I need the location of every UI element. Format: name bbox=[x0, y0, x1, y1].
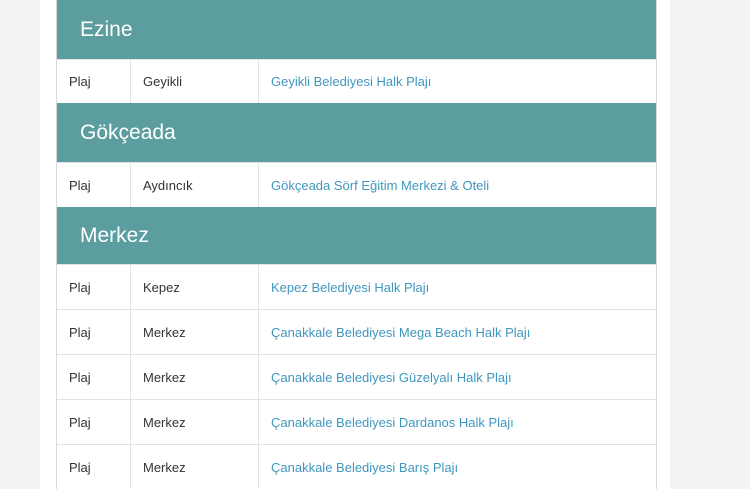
group-header-gokceada: Gökçeada bbox=[57, 103, 656, 162]
location-cell: Merkez bbox=[131, 445, 259, 489]
location-cell: Geyikli bbox=[131, 60, 259, 103]
name-cell: Kepez Belediyesi Halk Plajı bbox=[259, 265, 656, 309]
table-row: Plaj Kepez Kepez Belediyesi Halk Plajı bbox=[57, 264, 656, 309]
location-cell: Merkez bbox=[131, 400, 259, 444]
beach-link[interactable]: Çanakkale Belediyesi Mega Beach Halk Pla… bbox=[271, 325, 530, 340]
name-cell: Çanakkale Belediyesi Dardanos Halk Plajı bbox=[259, 400, 656, 444]
beach-link[interactable]: Kepez Belediyesi Halk Plajı bbox=[271, 280, 429, 295]
group-title: Gökçeada bbox=[80, 120, 176, 144]
beach-link[interactable]: Gökçeada Sörf Eğitim Merkezi & Oteli bbox=[271, 178, 489, 193]
beach-link[interactable]: Çanakkale Belediyesi Güzelyalı Halk Plaj… bbox=[271, 370, 512, 385]
name-cell: Geyikli Belediyesi Halk Plajı bbox=[259, 60, 656, 103]
table-row: Plaj Merkez Çanakkale Belediyesi Dardano… bbox=[57, 399, 656, 444]
group-title: Ezine bbox=[80, 17, 133, 41]
beach-link[interactable]: Geyikli Belediyesi Halk Plajı bbox=[271, 74, 431, 89]
name-cell: Çanakkale Belediyesi Barış Plajı bbox=[259, 445, 656, 489]
table-row: Plaj Merkez Çanakkale Belediyesi Mega Be… bbox=[57, 309, 656, 354]
table-row: Plaj Merkez Çanakkale Belediyesi Barış P… bbox=[57, 444, 656, 489]
type-cell: Plaj bbox=[57, 310, 131, 354]
type-cell: Plaj bbox=[57, 163, 131, 207]
table-row: Plaj Merkez Çanakkale Belediyesi Güzelya… bbox=[57, 354, 656, 399]
location-cell: Merkez bbox=[131, 355, 259, 399]
group-header-merkez: Merkez bbox=[57, 207, 656, 264]
location-cell: Kepez bbox=[131, 265, 259, 309]
group-header-ezine: Ezine bbox=[57, 0, 656, 59]
table-row: Plaj Geyikli Geyikli Belediyesi Halk Pla… bbox=[57, 59, 656, 103]
name-cell: Çanakkale Belediyesi Güzelyalı Halk Plaj… bbox=[259, 355, 656, 399]
type-cell: Plaj bbox=[57, 265, 131, 309]
type-cell: Plaj bbox=[57, 400, 131, 444]
type-cell: Plaj bbox=[57, 445, 131, 489]
beach-table: Ezine Plaj Geyikli Geyikli Belediyesi Ha… bbox=[56, 0, 657, 489]
type-cell: Plaj bbox=[57, 60, 131, 103]
table-row: Plaj Aydıncık Gökçeada Sörf Eğitim Merke… bbox=[57, 162, 656, 207]
name-cell: Gökçeada Sörf Eğitim Merkezi & Oteli bbox=[259, 163, 656, 207]
name-cell: Çanakkale Belediyesi Mega Beach Halk Pla… bbox=[259, 310, 656, 354]
location-cell: Merkez bbox=[131, 310, 259, 354]
beach-link[interactable]: Çanakkale Belediyesi Dardanos Halk Plajı bbox=[271, 415, 514, 430]
group-title: Merkez bbox=[80, 223, 149, 247]
type-cell: Plaj bbox=[57, 355, 131, 399]
beach-link[interactable]: Çanakkale Belediyesi Barış Plajı bbox=[271, 460, 458, 475]
location-cell: Aydıncık bbox=[131, 163, 259, 207]
